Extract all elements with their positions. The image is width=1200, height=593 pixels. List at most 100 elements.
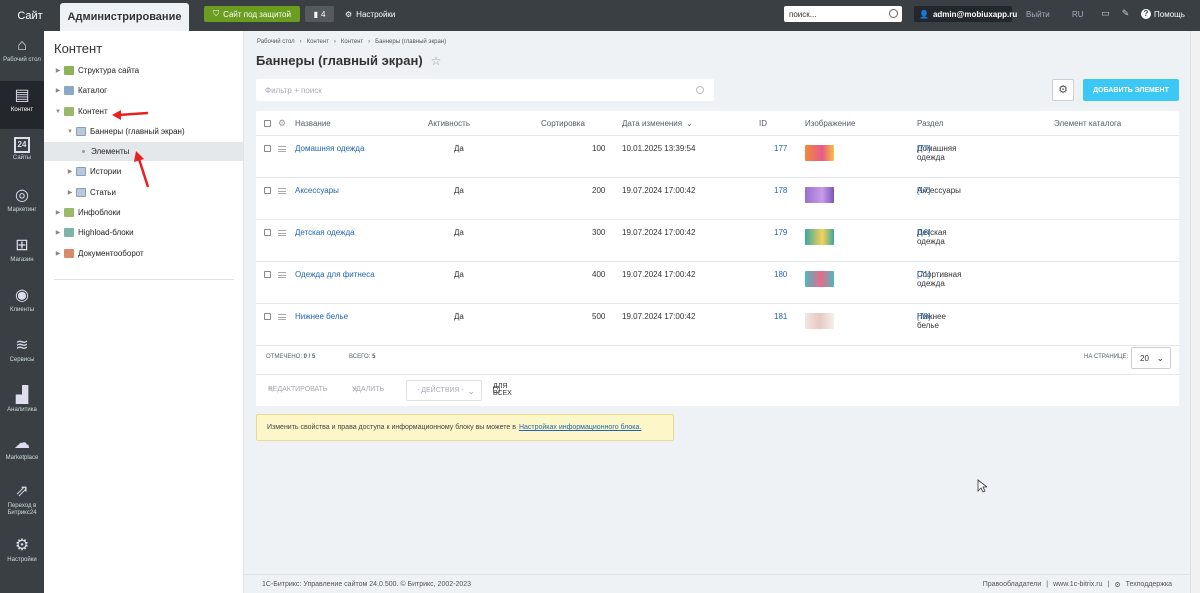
row-id-link[interactable]: 181 [774, 312, 787, 321]
breadcrumb-item[interactable]: Контент [341, 39, 363, 45]
column-header-active[interactable]: Активность [428, 119, 470, 128]
support-link[interactable]: Техподдержка [1126, 581, 1172, 589]
table-row[interactable]: Аксессуары Да 200 19.07.2024 17:00:42 17… [256, 178, 1179, 220]
tree-item-banners[interactable]: ▼ Баннеры (главный экран) [44, 122, 243, 141]
row-name-link[interactable]: Детская одежда [295, 228, 355, 237]
chevron-down-icon[interactable]: ▼ [66, 129, 74, 135]
row-name-link[interactable]: Одежда для фитнеса [295, 270, 375, 279]
table-row[interactable]: Одежда для фитнеса Да 400 19.07.2024 17:… [256, 262, 1179, 304]
grid-settings-button[interactable]: ⚙ [1052, 79, 1074, 101]
actions-select[interactable]: - ДЕЙСТВИЯ - ⌄ [406, 380, 482, 401]
site-tab[interactable]: Сайт [0, 0, 60, 31]
row-section-id-link[interactable]: [71] [917, 270, 930, 279]
chevron-right-icon[interactable]: ▶ [66, 189, 74, 196]
nav-bitrix24[interactable]: ⇗ Переход в Битрикс24 [0, 477, 44, 531]
column-header-date[interactable]: Дата изменения [622, 119, 682, 128]
chevron-right-icon[interactable]: ▶ [54, 67, 62, 74]
chevron-right-icon[interactable]: ▶ [54, 250, 62, 257]
iblock-settings-link[interactable]: Настройках информационного блока. [519, 424, 641, 431]
pin-icon[interactable]: ✎ [1120, 8, 1131, 19]
chevron-right-icon[interactable]: ▶ [66, 168, 74, 175]
row-name-link[interactable]: Нижнее белье [295, 312, 348, 321]
search-input[interactable]: поиск... [784, 6, 902, 22]
chevron-right-icon[interactable]: ▶ [54, 87, 62, 94]
search-icon[interactable] [696, 86, 704, 94]
chevron-right-icon[interactable]: ▶ [54, 229, 62, 236]
menu-icon[interactable] [278, 272, 286, 278]
tree-item-highload[interactable]: ▶ Highload-блоки [44, 223, 243, 242]
chevron-down-icon[interactable]: ▼ [54, 109, 62, 115]
settings-link[interactable]: ⚙ Настройки [345, 6, 395, 22]
user-button[interactable]: 👤 admin@mobiuxapp.ru [914, 6, 1017, 22]
row-section-id-link[interactable]: [16] [917, 228, 930, 237]
breadcrumb-item[interactable]: Рабочий стол [257, 39, 295, 45]
help-link[interactable]: ? Помощь [1141, 9, 1185, 19]
gear-icon[interactable]: ⚙ [278, 118, 286, 129]
for-all-option[interactable]: ДЛЯ ВСЕХ [493, 383, 512, 397]
row-checkbox[interactable] [264, 313, 271, 320]
row-checkbox[interactable] [264, 145, 271, 152]
row-checkbox[interactable] [264, 187, 271, 194]
admin-tab[interactable]: Администрирование [60, 3, 189, 31]
column-header-sort[interactable]: Сортировка [541, 119, 585, 128]
nav-analytics[interactable]: ▟ Аналитика [0, 381, 44, 429]
site-protected-button[interactable]: ⛉ Сайт под защитой [204, 6, 300, 22]
tree-item-catalog[interactable]: ▶ Каталог [44, 81, 243, 100]
nav-sites[interactable]: 24 Сайты [0, 131, 44, 179]
column-header-name[interactable]: Название [295, 119, 331, 128]
page-scrollbar[interactable] [1190, 31, 1200, 593]
table-row[interactable]: Детская одежда Да 300 19.07.2024 17:00:4… [256, 220, 1179, 262]
column-header-section[interactable]: Раздел [917, 119, 943, 128]
menu-icon[interactable] [278, 314, 286, 320]
column-header-image[interactable]: Изображение [805, 119, 855, 128]
nav-services[interactable]: ≋ Сервисы [0, 331, 44, 379]
filter-search-input[interactable]: Фильтр + поиск [256, 79, 714, 101]
nav-marketing[interactable]: ◎ Маркетинг [0, 181, 44, 229]
row-name-link[interactable]: Домашняя одежда [295, 144, 364, 153]
banner-thumbnail[interactable] [805, 313, 834, 329]
table-row[interactable]: Домашняя одежда Да 100 10.01.2025 13:39:… [256, 136, 1179, 178]
rights-link[interactable]: Правообладатели [983, 581, 1042, 589]
row-section-id-link[interactable]: [79] [917, 312, 930, 321]
nav-desktop[interactable]: ⌂ Рабочий стол [0, 31, 44, 79]
row-checkbox[interactable] [264, 229, 271, 236]
menu-icon[interactable] [278, 146, 286, 152]
row-name-link[interactable]: Аксессуары [295, 186, 339, 195]
nav-content[interactable]: ▤ Контент [0, 81, 44, 129]
row-id-link[interactable]: 178 [774, 186, 787, 195]
banner-thumbnail[interactable] [805, 187, 834, 203]
nav-marketplace[interactable]: ☁ Marketplace [0, 429, 44, 477]
breadcrumb-item[interactable]: Контент [307, 39, 329, 45]
tree-item-docflow[interactable]: ▶ Документооборот [44, 244, 243, 263]
nav-clients[interactable]: ◉ Клиенты [0, 281, 44, 329]
banner-thumbnail[interactable] [805, 229, 834, 245]
notifications-button[interactable]: ▮ 4 [305, 6, 334, 22]
banner-thumbnail[interactable] [805, 271, 834, 287]
banner-thumbnail[interactable] [805, 145, 834, 161]
breadcrumb-item[interactable]: Баннеры (главный экран) [375, 39, 446, 45]
menu-icon[interactable] [278, 188, 286, 194]
star-icon[interactable]: ☆ [431, 54, 442, 68]
nav-shop[interactable]: ⊞ Магазин [0, 231, 44, 279]
row-id-link[interactable]: 177 [774, 144, 787, 153]
row-section-id-link[interactable]: [77] [917, 144, 930, 153]
search-icon[interactable] [889, 9, 898, 18]
row-id-link[interactable]: 180 [774, 270, 787, 279]
column-header-id[interactable]: ID [759, 119, 767, 128]
table-row[interactable]: Нижнее белье Да 500 19.07.2024 17:00:42 … [256, 304, 1179, 346]
nav-settings[interactable]: ⚙ Настройки [0, 531, 44, 579]
chevron-right-icon[interactable]: ▶ [54, 209, 62, 216]
site-link[interactable]: www.1c-bitrix.ru [1053, 581, 1102, 589]
logout-link[interactable]: Выйти [1026, 10, 1050, 19]
column-header-catalog[interactable]: Элемент каталога [1054, 119, 1121, 128]
tree-item-structure[interactable]: ▶ Структура сайта [44, 61, 243, 80]
per-page-select[interactable]: 20 ⌄ [1131, 347, 1171, 369]
row-section-id-link[interactable]: [17] [917, 186, 930, 195]
menu-icon[interactable] [278, 230, 286, 236]
window-icon[interactable]: ▭ [1100, 8, 1111, 19]
add-element-button[interactable]: ДОБАВИТЬ ЭЛЕМЕНТ [1083, 79, 1179, 101]
row-checkbox[interactable] [264, 271, 271, 278]
language-select[interactable]: RU [1072, 10, 1084, 19]
select-all-checkbox[interactable] [264, 120, 271, 127]
row-id-link[interactable]: 179 [774, 228, 787, 237]
